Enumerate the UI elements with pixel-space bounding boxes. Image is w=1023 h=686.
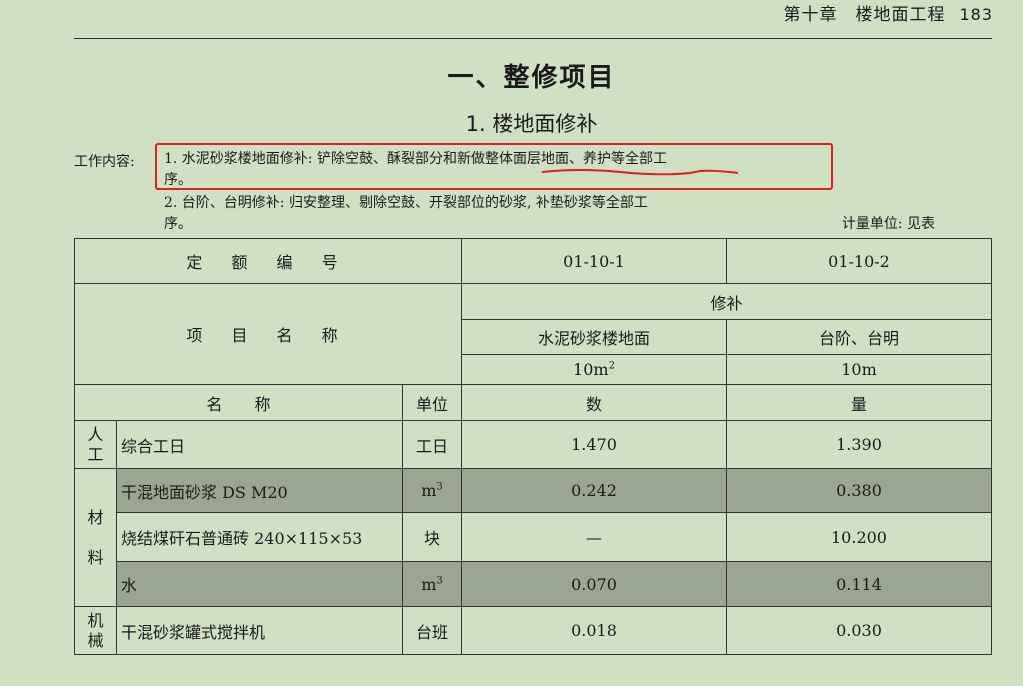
quota-table: 定 额 编 号 01-10-1 01-10-2 项 目 名 称 修补 水泥砂浆楼… (74, 238, 992, 655)
section-title: 一、整修项目 (447, 63, 616, 93)
quota-code-2: 01-10-2 (726, 238, 992, 284)
category-labor: 人工 (74, 420, 117, 469)
table-row: 水 m3 0.070 0.114 (75, 561, 992, 607)
column-header-row: 名 称 单位 数 量 (74, 384, 992, 421)
category-materials: 材料 (74, 468, 117, 607)
group-row: 项 目 名 称 修补 (74, 283, 992, 385)
row-name: 综合工日 (116, 420, 403, 469)
page-header: 第十章 楼地面工程 183 (783, 0, 993, 25)
subsection-title: 1. 楼地面修补 (465, 112, 598, 136)
row-value-1: 0.070 (461, 561, 727, 607)
row-value-1: — (461, 512, 727, 562)
row-unit: 台班 (402, 606, 462, 655)
row-name: 水 (116, 561, 403, 607)
row-value-2: 10.200 (726, 512, 992, 562)
quota-number-label: 定 额 编 号 (74, 238, 462, 284)
table-row: 材料 干混地面砂浆 DS M20 m3 0.242 0.380 (74, 468, 992, 607)
table-row: 人工 综合工日 工日 1.470 1.390 (74, 420, 992, 469)
table-row: 烧结煤矸石普通砖 240×115×53 块 — 10.200 (75, 512, 992, 562)
row-name: 干混地面砂浆 DS M20 (116, 468, 403, 513)
column-header-qty-2: 量 (726, 384, 992, 421)
row-name: 干混砂浆罐式搅拌机 (116, 606, 403, 655)
row-unit: 块 (402, 512, 462, 562)
row-value-2: 0.380 (726, 468, 992, 513)
column-header-name: 名 称 (74, 384, 403, 421)
table-row: 机械 干混砂浆罐式搅拌机 台班 0.018 0.030 (74, 606, 992, 655)
column-header-unit: 单位 (402, 384, 462, 421)
row-value-1: 0.242 (461, 468, 727, 513)
unit-note: 计量单位: 见表 (841, 216, 935, 232)
quota-code-1: 01-10-1 (461, 238, 727, 284)
chapter-title: 第十章 楼地面工程 (783, 5, 946, 25)
quota-number-row: 定 额 编 号 01-10-1 01-10-2 (74, 238, 992, 284)
page-number: 183 (959, 5, 993, 24)
work-content-label: 工作内容: (74, 154, 135, 170)
row-value-1: 0.018 (461, 606, 727, 655)
group-label: 修补 (461, 283, 992, 320)
unit-base-1-value: 10m (573, 360, 609, 379)
row-unit: m3 (402, 561, 462, 607)
work-content-item-2: 2. 台阶、台明修补: 归安整理、剔除空鼓、开裂部位的砂浆, 补垫砂浆等全部工 … (164, 193, 814, 235)
item-name-2: 台阶、台明 (726, 319, 992, 355)
row-unit: m3 (402, 468, 462, 513)
row-value-2: 1.390 (726, 420, 992, 469)
item-name-1: 水泥砂浆楼地面 (461, 319, 727, 355)
red-underline-annotation (541, 169, 739, 176)
work-item-2-line-1: 2. 台阶、台明修补: 归安整理、剔除空鼓、开裂部位的砂浆, 补垫砂浆等全部工 (164, 195, 648, 211)
row-value-2: 0.030 (726, 606, 992, 655)
row-value-2: 0.114 (726, 561, 992, 607)
unit-base-2: 10m (726, 354, 992, 385)
row-value-1: 1.470 (461, 420, 727, 469)
header-rule (74, 38, 992, 39)
column-header-qty-1: 数 (461, 384, 727, 421)
unit-base-1-sup: 2 (608, 360, 615, 372)
unit-base-1: 10m2 (461, 354, 727, 385)
row-unit: 工日 (402, 420, 462, 469)
item-name-label: 项 目 名 称 (74, 283, 462, 385)
work-item-2-line-2: 序。 (164, 216, 192, 232)
row-name: 烧结煤矸石普通砖 240×115×53 (116, 512, 403, 562)
category-machinery: 机械 (74, 606, 117, 655)
